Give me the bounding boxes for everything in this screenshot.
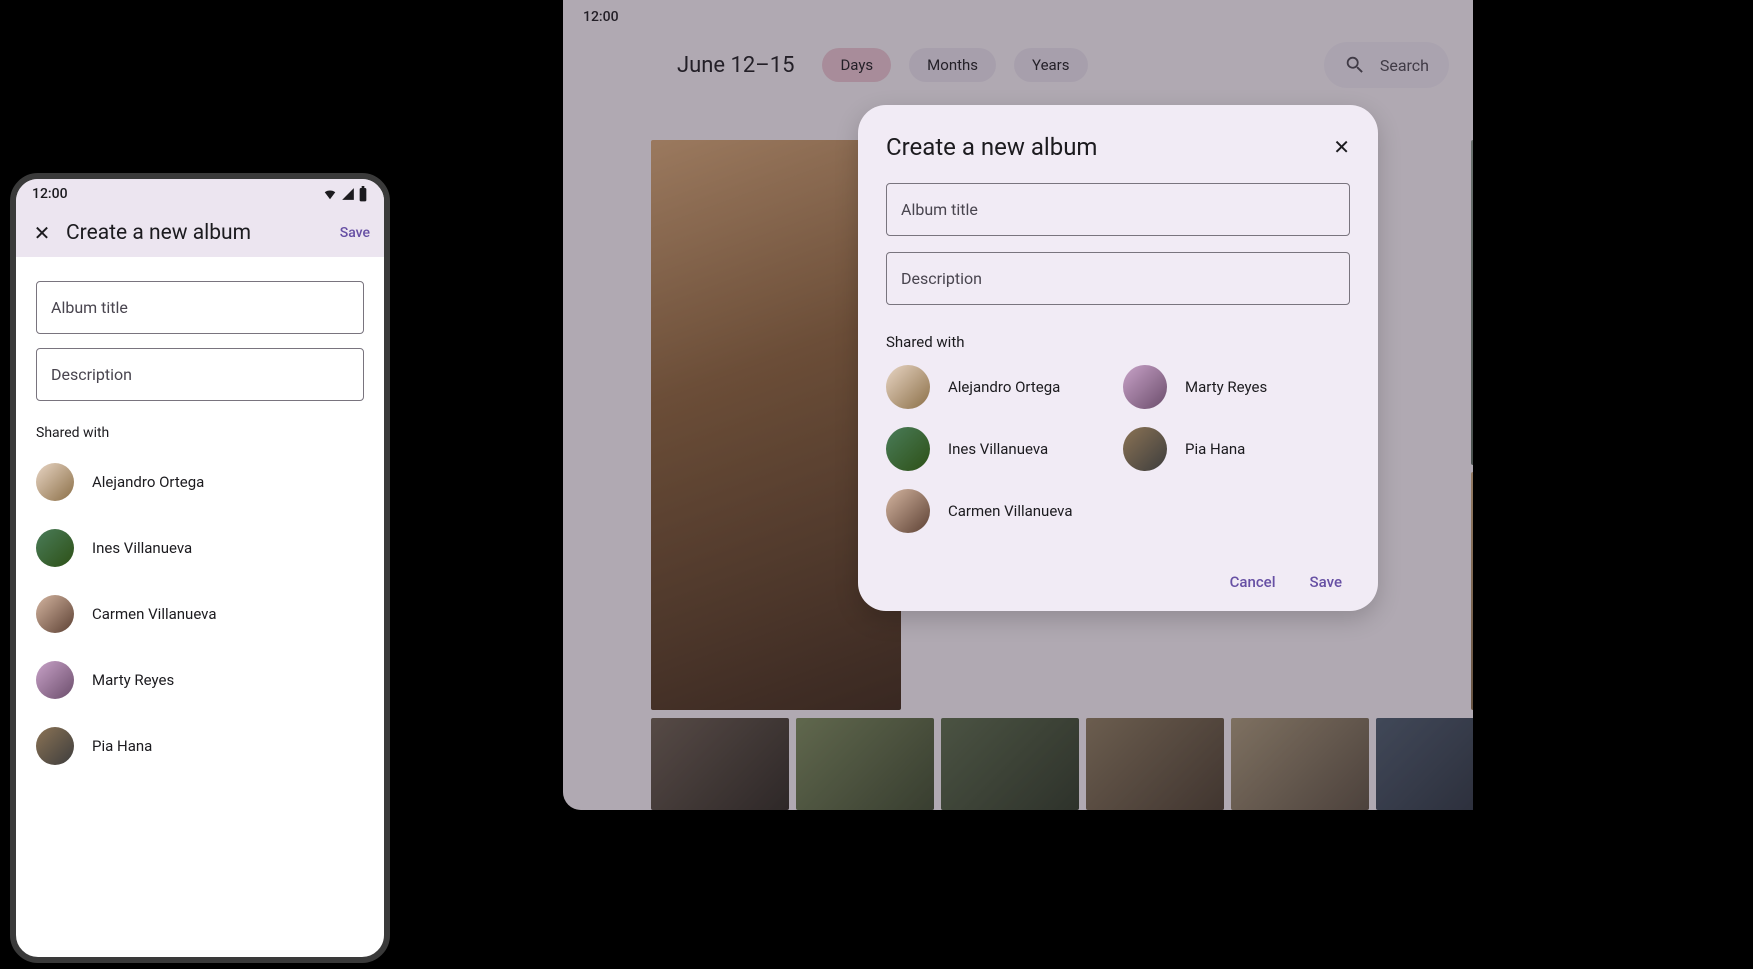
people-grid: Alejandro Ortega Marty Reyes Ines Villan… — [886, 365, 1350, 533]
cancel-button[interactable]: Cancel — [1230, 573, 1276, 591]
list-item[interactable]: Alejandro Ortega — [886, 365, 1113, 409]
person-name: Pia Hana — [92, 737, 152, 755]
person-name: Ines Villanueva — [948, 440, 1048, 458]
list-item[interactable]: Ines Villanueva — [36, 515, 364, 581]
photo-tile[interactable] — [1471, 140, 1473, 465]
page-title: Create a new album — [66, 221, 328, 245]
photo-thumb[interactable] — [1231, 718, 1369, 810]
photo-tile[interactable] — [1471, 472, 1473, 710]
wifi-icon — [322, 187, 338, 201]
dialog-title: Create a new album — [886, 133, 1097, 161]
person-name: Alejandro Ortega — [92, 473, 204, 491]
list-item[interactable]: Carmen Villanueva — [886, 489, 1113, 533]
avatar — [1123, 365, 1167, 409]
list-item[interactable]: Pia Hana — [1123, 427, 1350, 471]
status-time: 12:00 — [583, 9, 619, 25]
close-icon[interactable]: ✕ — [30, 221, 54, 245]
photo-thumb[interactable] — [651, 718, 789, 810]
search-placeholder: Search — [1380, 56, 1429, 75]
avatar — [886, 489, 930, 533]
person-name: Carmen Villanueva — [92, 605, 217, 623]
person-name: Alejandro Ortega — [948, 378, 1060, 396]
photo-thumb[interactable] — [1376, 718, 1473, 810]
search-input[interactable]: Search — [1324, 42, 1449, 88]
person-name: Ines Villanueva — [92, 539, 192, 557]
save-button[interactable]: Save — [1310, 573, 1342, 591]
list-item[interactable]: Carmen Villanueva — [36, 581, 364, 647]
save-button[interactable]: Save — [340, 225, 370, 241]
photo-thumb[interactable] — [1086, 718, 1224, 810]
battery-icon — [358, 186, 368, 202]
list-item[interactable]: Ines Villanueva — [886, 427, 1113, 471]
avatar — [886, 365, 930, 409]
album-title-input[interactable]: Album title — [886, 183, 1350, 236]
avatar — [36, 463, 74, 501]
avatar — [36, 529, 74, 567]
chip-years[interactable]: Years — [1014, 48, 1087, 82]
phone-device: 12:00 ✕ Create a new album Save Album ti… — [10, 173, 390, 963]
search-icon — [1344, 54, 1366, 76]
avatar — [1123, 427, 1167, 471]
photo-thumb[interactable] — [941, 718, 1079, 810]
phone-content: Album title Description Shared with Alej… — [16, 257, 384, 803]
tablet-app-bar: June 12–15 Days Months Years Search — [563, 34, 1473, 108]
dialog-actions: Cancel Save — [886, 573, 1350, 591]
person-name: Pia Hana — [1185, 440, 1245, 458]
thumbnail-row — [651, 718, 1473, 810]
phone-app-bar: ✕ Create a new album Save — [16, 209, 384, 257]
person-name: Marty Reyes — [1185, 378, 1267, 396]
shared-with-label: Shared with — [886, 333, 1350, 351]
tablet-window: 12:00 June 12–15 Days Months Years Searc… — [563, 0, 1473, 810]
avatar — [36, 661, 74, 699]
photo-thumb[interactable] — [796, 718, 934, 810]
avatar — [36, 595, 74, 633]
dialog-header: Create a new album ✕ — [886, 133, 1350, 161]
phone-status-bar: 12:00 — [16, 179, 384, 209]
person-name: Marty Reyes — [92, 671, 174, 689]
list-item[interactable]: Marty Reyes — [36, 647, 364, 713]
avatar — [886, 427, 930, 471]
album-title-input[interactable]: Album title — [36, 281, 364, 334]
signal-icon — [340, 187, 356, 201]
description-input[interactable]: Description — [886, 252, 1350, 305]
list-item[interactable]: Marty Reyes — [1123, 365, 1350, 409]
chip-months[interactable]: Months — [909, 48, 996, 82]
avatar — [36, 727, 74, 765]
close-icon[interactable]: ✕ — [1333, 135, 1350, 159]
list-item[interactable]: Pia Hana — [36, 713, 364, 779]
status-icons — [322, 186, 368, 202]
status-time: 12:00 — [32, 186, 68, 202]
shared-with-label: Shared with — [36, 425, 364, 441]
list-item[interactable]: Alejandro Ortega — [36, 449, 364, 515]
description-input[interactable]: Description — [36, 348, 364, 401]
person-name: Carmen Villanueva — [948, 502, 1073, 520]
create-album-dialog: Create a new album ✕ Album title Descrip… — [858, 105, 1378, 611]
chip-days[interactable]: Days — [822, 48, 891, 82]
date-range-title: June 12–15 — [677, 53, 794, 78]
tablet-status-bar: 12:00 — [563, 0, 1473, 34]
